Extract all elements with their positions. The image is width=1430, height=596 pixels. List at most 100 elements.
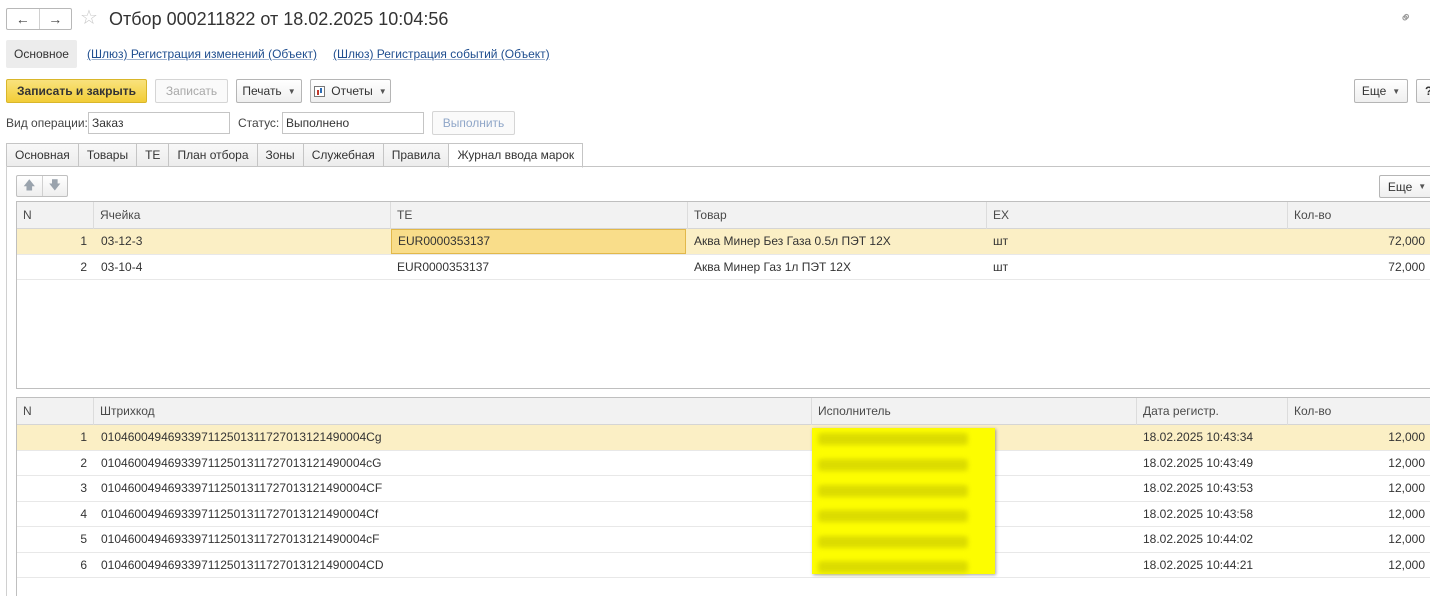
table-row[interactable]: 5 01046004946933971125013117270131214900… — [17, 527, 1430, 553]
date-value: 18.02.2025 10:44:02 — [1143, 532, 1254, 546]
save-button[interactable]: Записать — [155, 79, 228, 103]
date-value: 18.02.2025 10:43:58 — [1143, 506, 1254, 521]
move-down-icon[interactable]: 🡇 — [41, 176, 68, 196]
panel-splitter[interactable] — [16, 389, 1430, 397]
row-number: 4 — [80, 506, 87, 521]
cell-value: 03-10-4 — [101, 259, 143, 274]
qty-value: 72,000 — [1388, 234, 1425, 248]
table-more-button[interactable]: Еще ▼ — [1379, 175, 1430, 198]
column-header[interactable]: Исполнитель — [811, 398, 1136, 425]
row-number: 2 — [80, 259, 87, 274]
column-header[interactable]: Кол-во — [1287, 398, 1430, 425]
operation-type-label: Вид операции: — [6, 116, 88, 130]
column-header[interactable]: Кол-во — [1287, 202, 1430, 229]
nav-link-event-registration[interactable]: (Шлюз) Регистрация событий (Объект) — [333, 47, 550, 61]
row-move-buttons: 🡅 🡇 — [16, 175, 68, 197]
date-value: 18.02.2025 10:43:53 — [1143, 481, 1254, 495]
redaction-highlight — [812, 428, 995, 574]
table-row[interactable]: 2 01046004946933971125013117270131214900… — [17, 451, 1430, 476]
qty-value: 72,000 — [1388, 259, 1425, 274]
qty-value: 12,000 — [1388, 532, 1425, 546]
table-row[interactable]: 3 01046004946933971125013117270131214900… — [17, 476, 1430, 502]
row-number: 6 — [80, 557, 87, 572]
te-value[interactable]: EUR0000353137 — [391, 229, 686, 254]
column-header[interactable]: N — [17, 398, 93, 425]
barcode-value: 0104600494693397112501311727013121490004… — [101, 430, 382, 444]
title-bar: ← → ☆ Отбор 000211822 от 18.02.2025 10:0… — [0, 0, 1430, 38]
barcode-value: 0104600494693397112501311727013121490004… — [101, 506, 379, 521]
move-up-icon[interactable]: 🡅 — [17, 176, 42, 196]
back-arrow-icon[interactable]: ← — [7, 9, 39, 29]
print-button[interactable]: Печать ▼ — [236, 79, 302, 103]
table-row[interactable]: 6 01046004946933971125013117270131214900… — [17, 553, 1430, 578]
tab-marks-journal[interactable]: Журнал ввода марок — [448, 143, 584, 168]
qty-value: 12,000 — [1388, 481, 1425, 495]
column-header[interactable]: Товар — [687, 202, 986, 229]
operation-type-field[interactable]: Заказ — [88, 112, 230, 134]
tab-main[interactable]: Основная — [6, 143, 78, 167]
redacted-name — [818, 536, 968, 548]
reports-button[interactable]: Отчеты ▼ — [310, 79, 391, 103]
table-header: N Ячейка ТЕ Товар ЕХ Кол-во — [17, 202, 1430, 229]
row-number: 1 — [80, 234, 87, 248]
help-button[interactable]: ? — [1416, 79, 1430, 103]
qty-value: 12,000 — [1388, 455, 1425, 470]
unit-value: шт — [993, 234, 1009, 248]
redacted-name — [818, 510, 968, 522]
tab-frame-border — [6, 166, 7, 596]
column-header[interactable]: Ячейка — [93, 202, 390, 229]
table-row[interactable]: 2 03-10-4 EUR0000353137 Аква Минер Газ 1… — [17, 255, 1430, 280]
item-value: Аква Минер Без Газа 0.5л ПЭТ 12Х — [694, 234, 891, 248]
redacted-name — [818, 459, 968, 471]
form-navigation: Основное (Шлюз) Регистрация изменений (О… — [6, 40, 550, 68]
window-title: Отбор 000211822 от 18.02.2025 10:04:56 — [109, 9, 449, 29]
tab-goods[interactable]: Товары — [77, 143, 137, 167]
forward-arrow-icon[interactable]: → — [38, 9, 72, 29]
table-row[interactable]: 1 03-12-3 EUR0000353137 Аква Минер Без Г… — [17, 229, 1430, 255]
tab-zones[interactable]: Зоны — [256, 143, 303, 167]
chevron-down-icon: ▼ — [1418, 182, 1427, 191]
status-field[interactable]: Выполнено — [282, 112, 424, 134]
te-value: EUR0000353137 — [397, 259, 490, 274]
date-value: 18.02.2025 10:43:34 — [1143, 430, 1254, 444]
chevron-down-icon: ▼ — [1392, 86, 1401, 96]
tab-te[interactable]: ТЕ — [136, 143, 169, 167]
barcode-value: 0104600494693397112501311727013121490004… — [101, 455, 382, 470]
row-number: 3 — [80, 481, 87, 495]
print-label: Печать — [242, 84, 282, 98]
column-header[interactable]: Штрихкод — [93, 398, 811, 425]
row-number: 5 — [80, 532, 87, 546]
table-more-label: Еще — [1387, 179, 1413, 194]
chevron-down-icon: ▼ — [287, 86, 296, 96]
qty-value: 12,000 — [1388, 506, 1425, 521]
qty-value: 12,000 — [1388, 557, 1425, 572]
link-icon[interactable]: ⚭ — [1396, 6, 1420, 29]
barcode-value: 0104600494693397112501311727013121490004… — [101, 557, 384, 572]
nav-link-change-registration[interactable]: (Шлюз) Регистрация изменений (Объект) — [87, 47, 317, 61]
more-button[interactable]: Еще ▼ — [1354, 79, 1408, 103]
column-header[interactable]: Дата регистр. — [1136, 398, 1287, 425]
table-row[interactable]: 4 01046004946933971125013117270131214900… — [17, 502, 1430, 527]
history-nav: ← → — [6, 8, 72, 30]
more-label: Еще — [1361, 84, 1387, 98]
cells-table: N Ячейка ТЕ Товар ЕХ Кол-во 1 03-12-3 EU… — [16, 201, 1430, 389]
execute-button[interactable]: Выполнить — [432, 111, 515, 135]
table-row[interactable]: 1 01046004946933971125013117270131214900… — [17, 425, 1430, 451]
column-header[interactable]: N — [17, 202, 93, 229]
date-value: 18.02.2025 10:43:49 — [1143, 455, 1254, 470]
favorite-star-icon[interactable]: ☆ — [80, 7, 98, 29]
column-header[interactable]: ТЕ — [390, 202, 687, 229]
tab-picking-plan[interactable]: План отбора — [168, 143, 257, 167]
column-header[interactable]: ЕХ — [986, 202, 1287, 229]
redacted-name — [818, 433, 968, 445]
cell-value: 03-12-3 — [101, 234, 143, 248]
barcode-value: 0104600494693397112501311727013121490004… — [101, 532, 380, 546]
nav-main[interactable]: Основное — [6, 40, 77, 68]
unit-value: шт — [993, 259, 1009, 274]
report-chart-icon — [314, 85, 326, 97]
tab-rules[interactable]: Правила — [382, 143, 449, 167]
save-and-close-button[interactable]: Записать и закрыть — [6, 79, 147, 103]
chevron-down-icon: ▼ — [378, 86, 387, 96]
row-number: 2 — [80, 455, 87, 470]
tab-service[interactable]: Служебная — [302, 143, 383, 167]
